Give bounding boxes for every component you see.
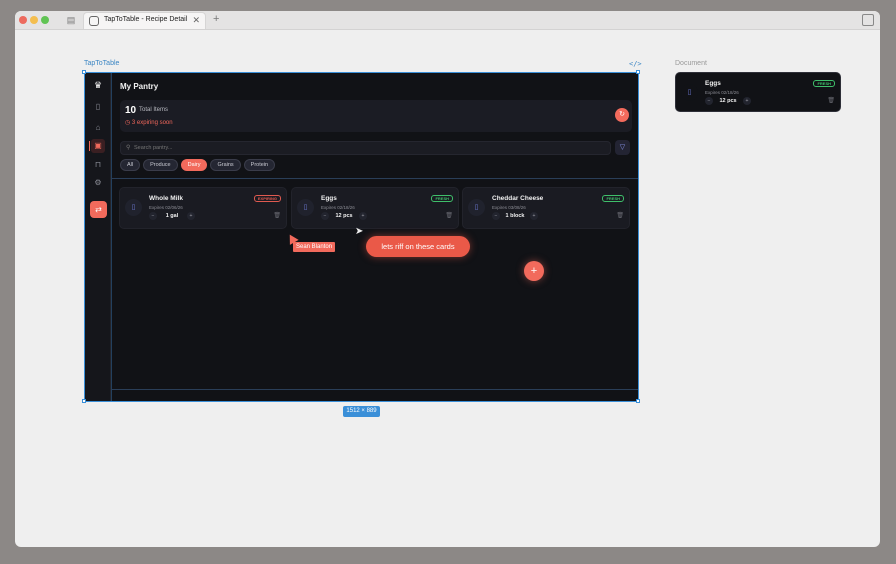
frame-label[interactable]: TapToTable bbox=[84, 60, 119, 67]
sidebar-toggle-icon[interactable]: ▤ bbox=[65, 14, 77, 26]
gear-icon[interactable]: ⚙ bbox=[91, 176, 105, 190]
close-icon[interactable]: ✕ bbox=[192, 15, 200, 26]
frame-guide-horizontal bbox=[111, 389, 638, 390]
page-title: My Pantry bbox=[120, 82, 159, 91]
frame-guide-vertical bbox=[111, 73, 112, 401]
app-frame[interactable]: ♛ ▯ ⌂ ▣ ⊓ ⚙ ⇄ My Pantry 10 Total Items ◷… bbox=[84, 72, 639, 402]
item-expiry: Expires 03/08/26 bbox=[492, 205, 526, 210]
chip-dairy[interactable]: Dairy bbox=[180, 159, 208, 171]
bookmark-icon[interactable]: ⊓ bbox=[91, 158, 105, 172]
chip-all[interactable]: All bbox=[120, 159, 141, 171]
cheese-icon: ▯ bbox=[468, 199, 485, 216]
item-name: Whole Milk bbox=[149, 195, 183, 202]
layout-icon[interactable] bbox=[862, 14, 874, 26]
decrement-button[interactable]: − bbox=[705, 97, 713, 105]
code-icon[interactable]: </> bbox=[629, 60, 642, 68]
refresh-icon[interactable]: ↻ bbox=[615, 108, 629, 122]
search-placeholder: Search pantry... bbox=[134, 145, 173, 151]
filter-icon[interactable]: ▽ bbox=[615, 140, 630, 155]
status-badge: FRESH bbox=[431, 195, 453, 202]
app-icon bbox=[89, 16, 99, 26]
expiring-soon-label: 3 expiring soon bbox=[131, 120, 173, 126]
item-name: Cheddar Cheese bbox=[492, 195, 544, 202]
trash-icon[interactable]: 🗑 bbox=[445, 212, 453, 219]
pantry-card[interactable]: ▯ Whole Milk Expires 02/06/26 EXPIRING −… bbox=[119, 187, 287, 229]
trash-icon[interactable]: 🗑 bbox=[827, 97, 835, 104]
search-icon: ⚲ bbox=[126, 145, 131, 151]
chef-hat-logo-icon: ♛ bbox=[93, 80, 103, 90]
mouse-pointer-icon: ➤ bbox=[355, 226, 364, 237]
expiring-soon-text: ◷ 3 expiring soon bbox=[125, 120, 173, 126]
item-expiry: Expires 02/18/26 bbox=[321, 205, 355, 210]
chip-produce[interactable]: Produce bbox=[143, 159, 178, 171]
item-quantity: 1 gal bbox=[165, 213, 179, 219]
pantry-card[interactable]: ▯ Eggs Expires 02/18/26 FRESH − 12 pcs +… bbox=[676, 73, 840, 111]
close-window-button[interactable] bbox=[19, 16, 27, 24]
status-badge: FRESH bbox=[602, 195, 624, 202]
increment-button[interactable]: + bbox=[187, 212, 195, 220]
minimize-window-button[interactable] bbox=[30, 16, 38, 24]
app-sidebar: ♛ ▯ ⌂ ▣ ⊓ ⚙ ⇄ bbox=[85, 73, 111, 401]
item-expiry: Expires 02/18/26 bbox=[705, 90, 739, 95]
stats-card: 10 Total Items ◷ 3 expiring soon ↻ bbox=[120, 100, 632, 132]
decrement-button[interactable]: − bbox=[321, 212, 329, 220]
panel-icon[interactable]: ▯ bbox=[91, 100, 105, 114]
egg-icon: ▯ bbox=[297, 199, 314, 216]
total-items-count: 10 bbox=[125, 105, 137, 116]
pantry-card[interactable]: ▯ Cheddar Cheese Expires 03/08/26 FRESH … bbox=[462, 187, 630, 229]
tab-recipe-detail[interactable]: TapToTable - Recipe Detail ✕ bbox=[83, 12, 206, 29]
increment-button[interactable]: + bbox=[530, 212, 538, 220]
resize-handle-bl[interactable] bbox=[82, 399, 86, 403]
resize-handle-br[interactable] bbox=[636, 399, 640, 403]
egg-icon: ▯ bbox=[681, 84, 698, 101]
document-preview-card[interactable]: ▯ Eggs Expires 02/18/26 FRESH − 12 pcs +… bbox=[675, 72, 841, 112]
browser-window: ▤ TapToTable - Recipe Detail ✕ + TapToTa… bbox=[15, 11, 880, 547]
increment-button[interactable]: + bbox=[743, 97, 751, 105]
document-label: Document bbox=[675, 60, 707, 67]
item-expiry: Expires 02/06/26 bbox=[149, 205, 183, 210]
chip-grains[interactable]: Grains bbox=[210, 159, 241, 171]
decrement-button[interactable]: − bbox=[492, 212, 500, 220]
milk-bottle-icon: ▯ bbox=[125, 199, 142, 216]
item-name: Eggs bbox=[321, 195, 337, 202]
trash-icon[interactable]: 🗑 bbox=[273, 212, 281, 219]
total-items-label: Total Items bbox=[139, 107, 169, 113]
home-icon[interactable]: ⌂ bbox=[91, 121, 105, 135]
resize-handle-tl[interactable] bbox=[82, 70, 86, 74]
resize-handle-tr[interactable] bbox=[636, 70, 640, 74]
category-chips: All Produce Dairy Grains Protein bbox=[120, 159, 276, 171]
item-quantity: 1 block bbox=[505, 213, 525, 219]
increment-button[interactable]: + bbox=[359, 212, 367, 220]
item-quantity: 12 pcs bbox=[335, 213, 353, 219]
pantry-card[interactable]: ▯ Eggs Expires 02/18/26 FRESH − 12 pcs +… bbox=[291, 187, 459, 229]
status-badge: EXPIRING bbox=[253, 195, 281, 202]
chip-protein[interactable]: Protein bbox=[243, 159, 276, 171]
section-divider bbox=[111, 178, 638, 179]
titlebar: ▤ TapToTable - Recipe Detail ✕ + bbox=[15, 11, 880, 30]
item-quantity: 12 pcs bbox=[719, 98, 737, 104]
trash-icon[interactable]: 🗑 bbox=[616, 212, 624, 219]
tab-title: TapToTable - Recipe Detail bbox=[104, 16, 188, 23]
frame-size-badge: 1512 × 889 bbox=[343, 406, 380, 417]
status-badge: FRESH bbox=[813, 80, 835, 87]
item-name: Eggs bbox=[705, 80, 721, 87]
decrement-button[interactable]: − bbox=[149, 212, 157, 220]
search-input[interactable]: ⚲ Search pantry... bbox=[120, 141, 611, 155]
maximize-window-button[interactable] bbox=[41, 16, 49, 24]
collaborator-name-label: Sean Blanton bbox=[293, 242, 336, 252]
shopping-cart-icon[interactable]: ⇄ bbox=[90, 201, 107, 218]
add-item-button[interactable]: + bbox=[524, 261, 544, 281]
comment-bubble[interactable]: lets riff on these cards bbox=[366, 236, 470, 257]
new-tab-button[interactable]: + bbox=[213, 13, 219, 25]
active-indicator bbox=[89, 141, 90, 151]
pantry-box-icon[interactable]: ▣ bbox=[91, 139, 105, 153]
